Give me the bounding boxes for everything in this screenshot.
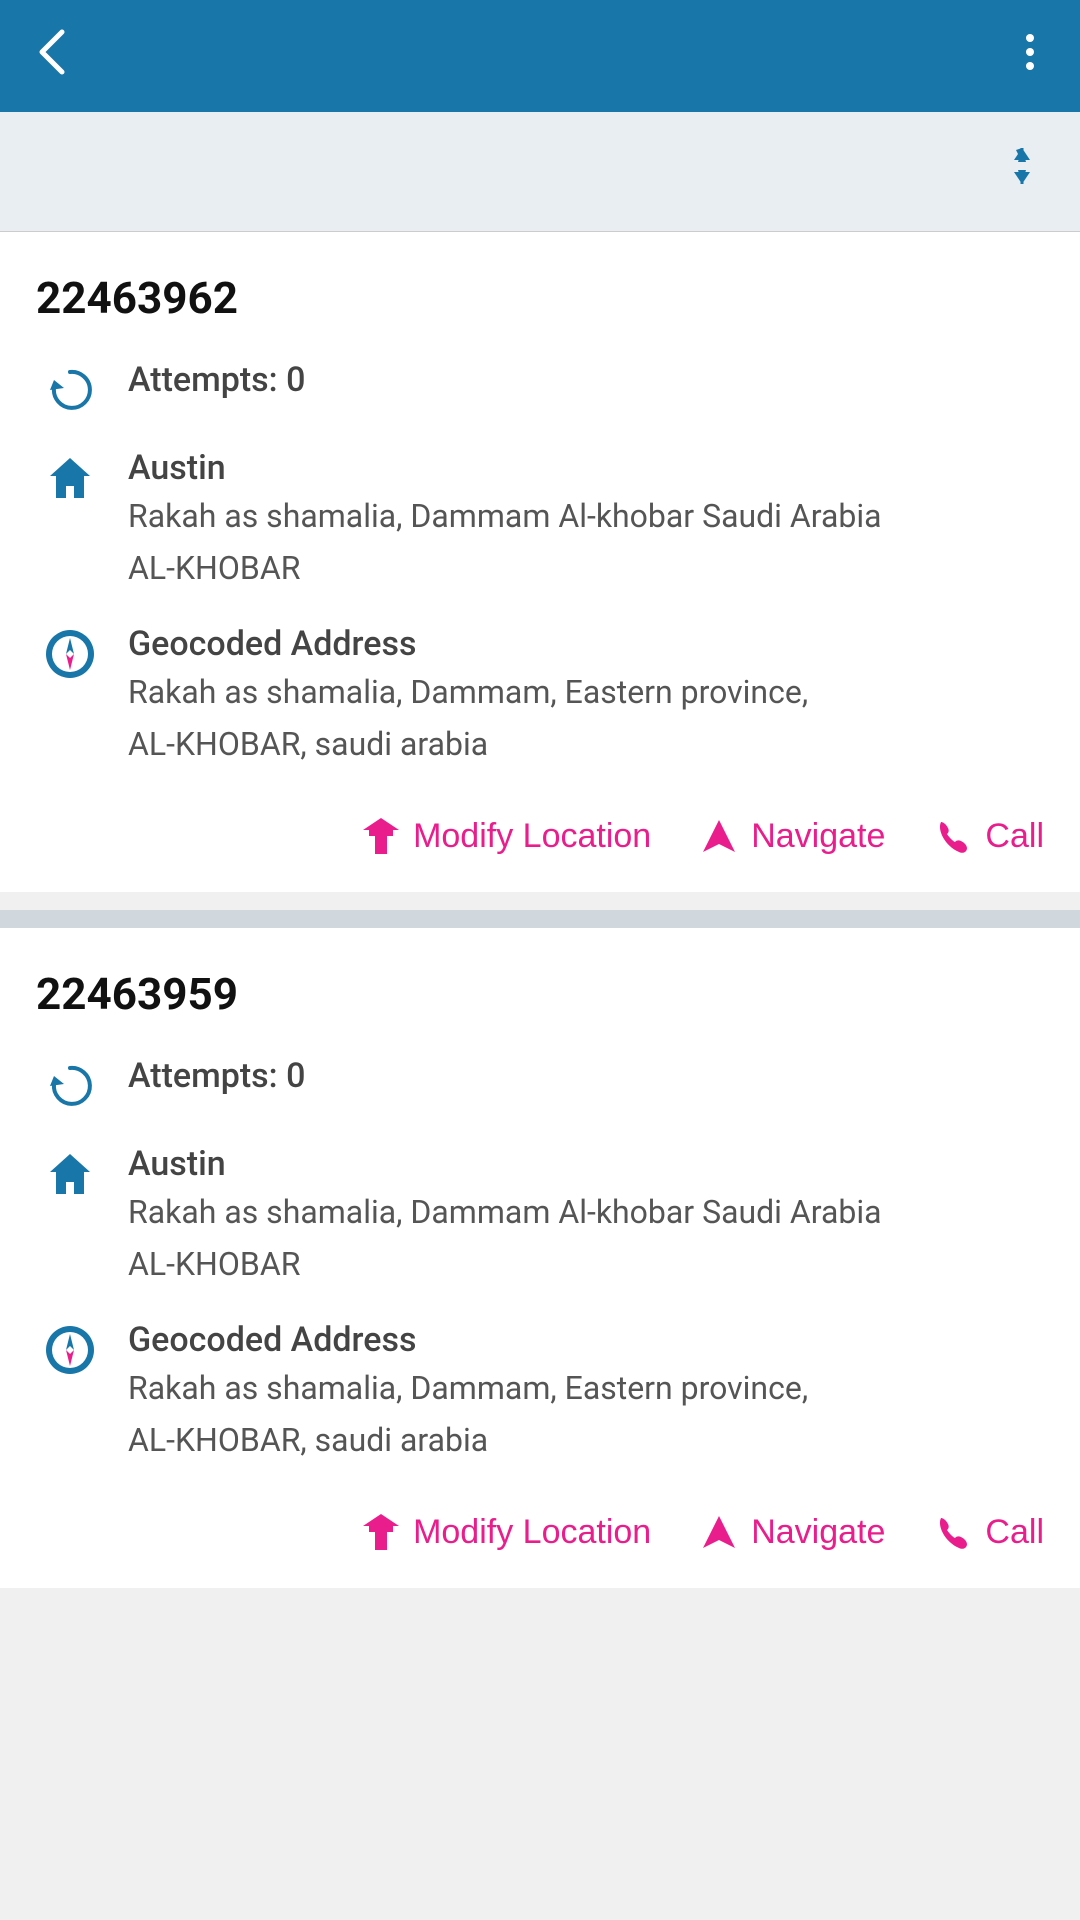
geocoded-label: Geocoded Address [128, 1320, 1044, 1360]
action-row: Modify Location Navigate Call [36, 1496, 1044, 1552]
modify-location-label: Modify Location [413, 817, 651, 856]
geocoded-line1: Rakah as shamalia, Dammam, Eastern provi… [128, 1364, 1044, 1412]
card-divider [0, 910, 1080, 928]
refresh-icon [36, 364, 104, 416]
back-button[interactable] [28, 26, 80, 86]
home-icon [36, 452, 104, 504]
navigate-label: Navigate [751, 1513, 885, 1552]
action-row: Modify Location Navigate Call [36, 800, 1044, 856]
call-label: Call [985, 1513, 1044, 1552]
address-name: Austin [128, 1144, 1044, 1184]
call-label: Call [985, 817, 1044, 856]
home-icon [36, 1148, 104, 1200]
attempts-label: Attempts: 0 [128, 1056, 305, 1096]
navigate-button[interactable]: Navigate [699, 1512, 885, 1552]
attempts-row: Attempts: 0 [36, 360, 1044, 416]
task-card: 22463962 Attempts: 0 Austin Rak [0, 232, 1080, 892]
address-name: Austin [128, 448, 1044, 488]
geocoded-line2: AL-KHOBAR, saudi arabia [128, 720, 1044, 768]
task-id: 22463962 [36, 272, 1044, 324]
task-id: 22463959 [36, 968, 1044, 1020]
subheader [0, 112, 1080, 232]
modify-location-label: Modify Location [413, 1513, 651, 1552]
sort-button[interactable] [1000, 144, 1044, 199]
attempts-row: Attempts: 0 [36, 1056, 1044, 1112]
address-line2: AL-KHOBAR [128, 544, 1044, 592]
address-row: Austin Rakah as shamalia, Dammam Al-khob… [36, 1144, 1044, 1288]
refresh-icon [36, 1060, 104, 1112]
task-list: 22463962 Attempts: 0 Austin Rak [0, 232, 1080, 1588]
call-button[interactable]: Call [933, 1512, 1044, 1552]
geocoded-label: Geocoded Address [128, 624, 1044, 664]
modify-location-button[interactable]: Modify Location [361, 1512, 651, 1552]
overflow-menu-button[interactable] [1008, 26, 1052, 87]
app-header [0, 0, 1080, 112]
address-line2: AL-KHOBAR [128, 1240, 1044, 1288]
geocoded-row: Geocoded Address Rakah as shamalia, Damm… [36, 624, 1044, 768]
navigate-label: Navigate [751, 817, 885, 856]
task-card: 22463959 Attempts: 0 Austin Rak [0, 928, 1080, 1588]
navigate-button[interactable]: Navigate [699, 816, 885, 856]
address-line1: Rakah as shamalia, Dammam Al-khobar Saud… [128, 1188, 1044, 1236]
modify-location-button[interactable]: Modify Location [361, 816, 651, 856]
compass-icon [36, 1324, 104, 1376]
geocoded-row: Geocoded Address Rakah as shamalia, Damm… [36, 1320, 1044, 1464]
compass-icon [36, 628, 104, 680]
call-button[interactable]: Call [933, 816, 1044, 856]
address-line1: Rakah as shamalia, Dammam Al-khobar Saud… [128, 492, 1044, 540]
geocoded-line2: AL-KHOBAR, saudi arabia [128, 1416, 1044, 1464]
address-row: Austin Rakah as shamalia, Dammam Al-khob… [36, 448, 1044, 592]
geocoded-line1: Rakah as shamalia, Dammam, Eastern provi… [128, 668, 1044, 716]
attempts-label: Attempts: 0 [128, 360, 305, 400]
